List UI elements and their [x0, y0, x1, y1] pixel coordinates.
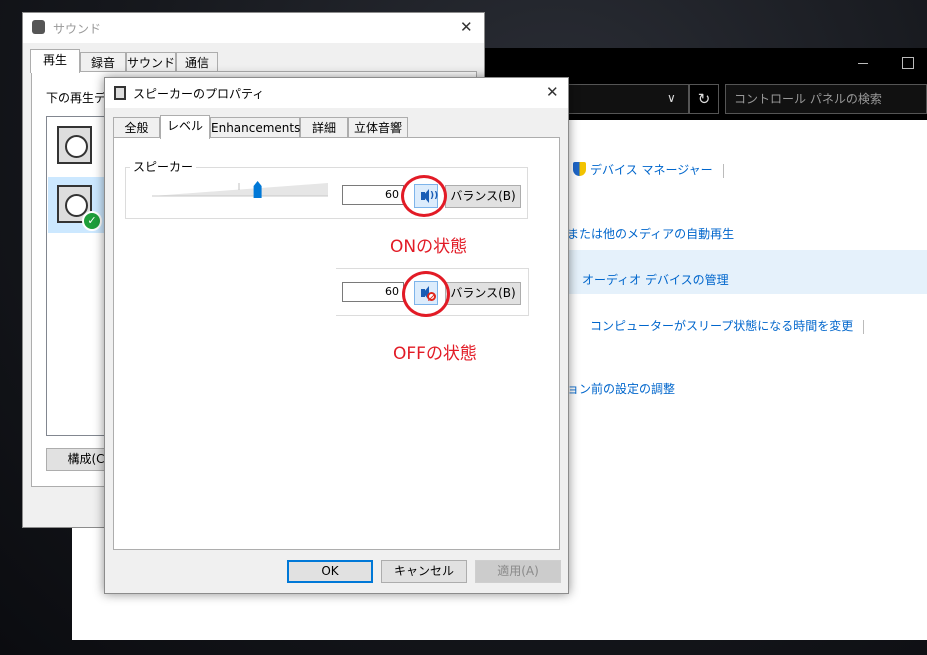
default-device-check-icon: ✓: [82, 211, 102, 231]
tab-playback[interactable]: 再生: [30, 49, 80, 73]
on-state-circle-annotation: [401, 175, 447, 217]
shield-icon: [573, 162, 586, 176]
apply-button: 適用(A): [475, 560, 561, 583]
maximize-icon[interactable]: [902, 57, 914, 69]
levels-panel: スピーカー 60 )) バランス(B): [113, 137, 560, 550]
tab-advanced[interactable]: 詳細: [300, 117, 348, 139]
tab-spatial-sound[interactable]: 立体音響: [348, 117, 408, 139]
separator: [722, 163, 724, 178]
sleep-settings-label: コンピューターがスリープ状態になる時間を変更: [590, 319, 854, 333]
sleep-settings-link[interactable]: コンピューターがスリープ状態になる時間を変更: [590, 317, 865, 334]
device-manager-label: デバイス マネージャー: [590, 163, 713, 177]
device-manager-link[interactable]: デバイス マネージャー: [573, 161, 724, 178]
off-state-circle-annotation: [402, 271, 450, 317]
device-list[interactable]: ✓: [46, 116, 106, 436]
speaker-app-icon: [114, 86, 126, 100]
list-item[interactable]: [48, 118, 106, 174]
on-state-annotation-label: ONの状態: [390, 237, 468, 257]
sound-titlebar: サウンド ✕: [23, 13, 484, 43]
speaker-properties-dialog: スピーカーのプロパティ ✕ 全般 レベル Enhancements 詳細 立体音…: [104, 77, 569, 594]
separator: [863, 319, 865, 334]
properties-titlebar: スピーカーのプロパティ ✕: [105, 78, 568, 108]
minimize-icon[interactable]: [858, 63, 868, 64]
volume-level-field: 60: [342, 282, 404, 302]
autoplay-link[interactable]: または他のメディアの自動再生: [567, 225, 734, 242]
close-icon[interactable]: ✕: [546, 83, 559, 101]
tab-general[interactable]: 全般: [113, 117, 160, 139]
chevron-down-icon[interactable]: ∨: [667, 91, 676, 105]
cancel-button[interactable]: キャンセル: [381, 560, 467, 583]
search-input[interactable]: コントロール パネルの検索: [725, 84, 927, 114]
tab-enhancements[interactable]: Enhancements: [210, 117, 300, 139]
volume-slider-track: [152, 183, 328, 196]
volume-slider-thumb[interactable]: [253, 181, 262, 198]
balance-button: バランス(B): [445, 282, 521, 305]
speaker-group-label: スピーカー: [130, 158, 197, 175]
sound-app-icon: [32, 20, 45, 34]
ok-button[interactable]: OK: [287, 560, 373, 583]
speaker-device-icon: [57, 126, 92, 164]
volume-slider[interactable]: [150, 181, 330, 201]
properties-title: スピーカーのプロパティ: [133, 87, 265, 101]
volume-level-field[interactable]: 60: [342, 185, 404, 205]
sound-title: サウンド: [53, 22, 102, 36]
off-state-annotation-label: OFFの状態: [393, 344, 477, 364]
close-icon[interactable]: ✕: [460, 18, 473, 36]
list-item[interactable]: ✓: [48, 177, 106, 233]
refresh-icon[interactable]: ↻: [689, 84, 719, 114]
audio-devices-link[interactable]: オーディオ デバイスの管理: [582, 271, 729, 288]
presentation-settings-link[interactable]: ョン前の設定の調整: [567, 380, 675, 397]
tab-levels[interactable]: レベル: [160, 115, 210, 139]
balance-button[interactable]: バランス(B): [445, 185, 521, 208]
